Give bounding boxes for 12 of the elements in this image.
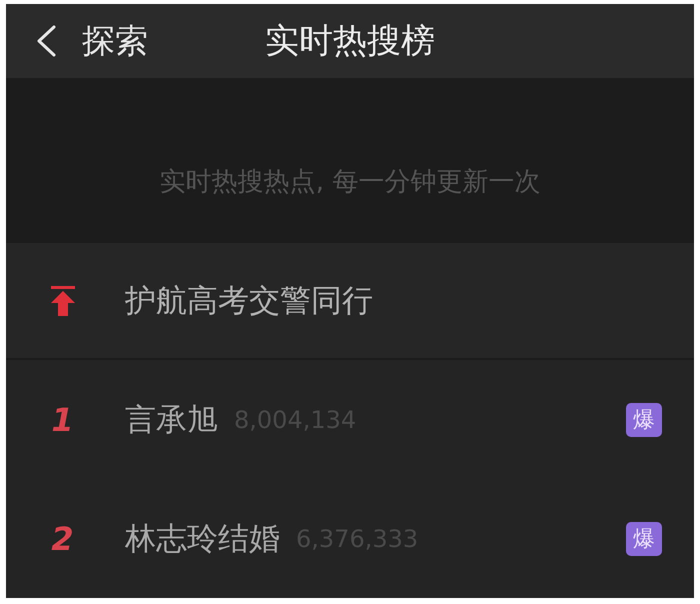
- page-title: 实时热搜榜: [265, 20, 435, 63]
- hot-badge: 爆: [626, 522, 662, 556]
- chevron-left-icon: [36, 25, 56, 57]
- topic-title: 林志玲结婚: [125, 520, 280, 558]
- rank-number: 2: [51, 520, 74, 558]
- topic-title: 护航高考交警同行: [125, 282, 374, 320]
- banner-text: 实时热搜热点, 每一分钟更新一次: [160, 166, 540, 199]
- back-button[interactable]: 探索: [6, 11, 152, 71]
- pin-to-top-icon: [48, 284, 76, 316]
- hot-badge: 爆: [626, 402, 662, 436]
- rank-number: 1: [51, 400, 74, 438]
- topic-title: 言承旭: [125, 400, 218, 440]
